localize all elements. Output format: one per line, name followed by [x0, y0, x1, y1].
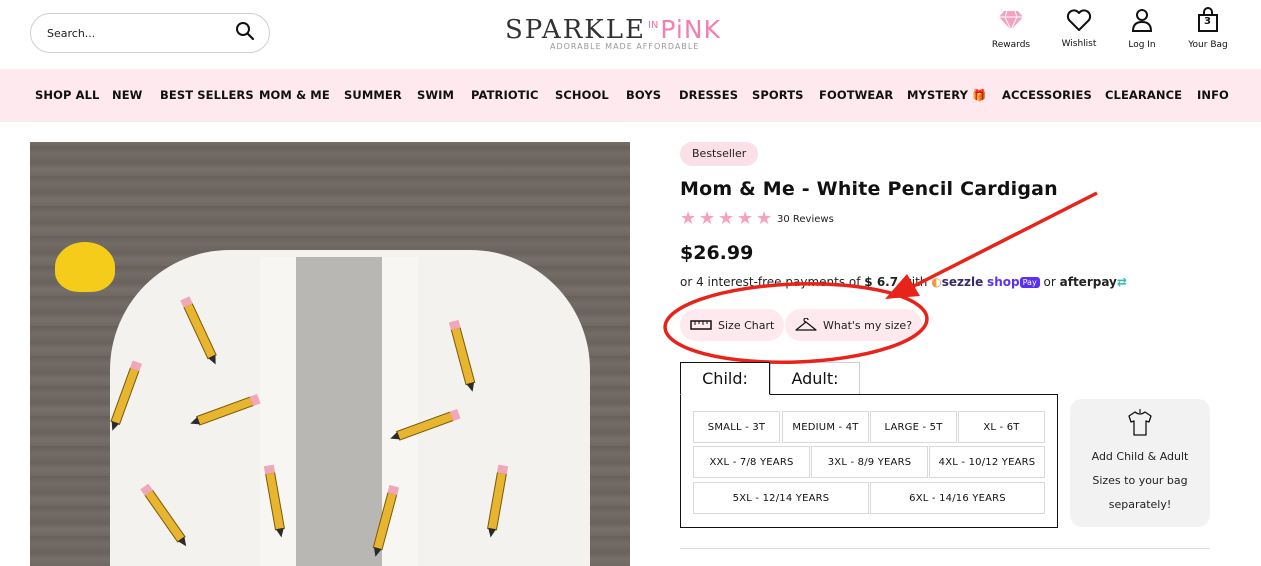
star-rating[interactable]: ★ ★ ★ ★ ★ [680, 210, 774, 228]
shop-pay-label[interactable]: shop [987, 275, 1020, 289]
hanger-icon [795, 318, 817, 331]
size-chart-label: Size Chart [718, 318, 775, 332]
installments-prefix: or 4 interest-free payments of [680, 275, 861, 289]
sezzle-label[interactable]: sezzle [942, 275, 984, 289]
search-input[interactable]: Search... [47, 27, 235, 40]
heart-icon [1048, 6, 1110, 34]
add-note-line: Add Child & Adult [1091, 450, 1189, 463]
ruler-icon [690, 320, 712, 330]
sezzle-logo-icon[interactable]: ◐ [931, 275, 941, 289]
star-icon: ★ [699, 208, 716, 229]
shop-pay-badge[interactable]: Pay [1019, 277, 1040, 288]
nav-item-footwear[interactable]: FOOTWEAR [819, 88, 893, 102]
product-title: Mom & Me - White Pencil Cardigan [680, 178, 1058, 200]
reviews-link[interactable]: 30 Reviews [777, 214, 834, 225]
add-child-adult-note: Add Child & Adult Sizes to your bag sepa… [1070, 399, 1210, 527]
nav-item-summer[interactable]: SUMMER [344, 88, 402, 102]
main-nav: SHOP ALL NEW BEST SELLERS MOM & ME SUMME… [0, 69, 1261, 122]
search-icon[interactable] [235, 21, 255, 45]
cardigan-inner [295, 257, 385, 566]
star-icon: ★ [737, 208, 754, 229]
size-option[interactable]: 3XL - 8/9 YEARS [811, 446, 928, 478]
size-options: SMALL - 3T MEDIUM - 4T LARGE - 5T XL - 6… [680, 394, 1058, 528]
star-icon: ★ [756, 208, 773, 229]
annotation-arrow-line [911, 191, 1098, 289]
nav-item-sports[interactable]: SPORTS [752, 88, 804, 102]
size-option[interactable]: XL - 6T [958, 411, 1045, 443]
tab-child[interactable]: Child: [680, 362, 770, 395]
size-option[interactable]: 6XL - 14/16 YEARS [870, 482, 1045, 514]
nav-item-shop-all[interactable]: SHOP ALL [35, 88, 99, 102]
login-link[interactable]: Log In [1111, 6, 1173, 50]
size-option[interactable]: 5XL - 12/14 YEARS [693, 482, 869, 514]
add-note-line: Sizes to your bag [1092, 474, 1188, 487]
rewards-link[interactable]: Rewards [980, 6, 1042, 50]
bestseller-badge: Bestseller [680, 142, 759, 166]
size-chart-button[interactable]: Size Chart [680, 309, 785, 341]
nav-item-mom-me[interactable]: MOM & ME [259, 88, 330, 102]
nav-item-mystery[interactable]: MYSTERY 🎁 [907, 88, 987, 102]
bag-count: 3 [1204, 16, 1211, 27]
user-icon [1111, 6, 1173, 34]
bag-label: Your Bag [1188, 40, 1228, 50]
wishlist-label: Wishlist [1061, 39, 1097, 49]
nav-item-patriotic[interactable]: PATRIOTIC [471, 88, 539, 102]
nav-item-clearance[interactable]: CLEARANCE [1105, 88, 1182, 102]
site-logo[interactable]: SPARKLE INPiNK ADORABLE MADE AFFORDABLE [505, 12, 765, 52]
nav-item-school[interactable]: SCHOOL [555, 88, 609, 102]
diamond-icon [980, 6, 1042, 34]
logo-in: IN [647, 20, 659, 31]
star-icon: ★ [718, 208, 735, 229]
nav-item-swim[interactable]: SWIM [417, 88, 454, 102]
shirt-icon [1128, 409, 1152, 436]
star-icon: ★ [680, 208, 697, 229]
nav-item-accessories[interactable]: ACCESSORIES [1002, 88, 1092, 102]
installments-info: or 4 interest-free payments of $ 6.7 wit… [680, 275, 1127, 289]
add-note-line: separately! [1108, 498, 1172, 511]
search-bar[interactable]: Search... [30, 13, 270, 53]
product-price: $26.99 [680, 242, 754, 264]
nav-item-new[interactable]: NEW [112, 88, 142, 102]
shopping-bag-icon: 3 [1177, 6, 1239, 34]
installment-amount: $ 6.7 [864, 275, 899, 289]
size-option[interactable]: 4XL - 10/12 YEARS [929, 446, 1045, 478]
tab-adult[interactable]: Adult: [770, 362, 860, 395]
product-image[interactable] [30, 142, 630, 566]
installments-with: with [901, 275, 928, 289]
size-option[interactable]: LARGE - 5T [870, 411, 957, 443]
logo-sparkle: SPARKLE [505, 15, 646, 45]
nav-item-best-sellers[interactable]: BEST SELLERS [160, 88, 254, 102]
yellow-bow-decoration [55, 242, 115, 292]
afterpay-label[interactable]: afterpay [1060, 275, 1117, 289]
logo-tagline: ADORABLE MADE AFFORDABLE [550, 42, 700, 51]
afterpay-logo-icon[interactable]: ⇄ [1117, 275, 1127, 289]
nav-item-boys[interactable]: BOYS [626, 88, 661, 102]
size-option[interactable]: SMALL - 3T [693, 411, 780, 443]
bag-link[interactable]: 3 Your Bag [1177, 6, 1239, 50]
size-option[interactable]: MEDIUM - 4T [782, 411, 869, 443]
logo-pink: PiNK [660, 15, 721, 44]
site-header: Search... SPARKLE INPiNK ADORABLE MADE AF… [0, 0, 1261, 69]
wishlist-link[interactable]: Wishlist [1048, 6, 1110, 49]
nav-item-info[interactable]: INFO [1197, 88, 1229, 102]
section-divider [680, 548, 1210, 549]
whats-my-size-label: What's my size? [823, 318, 913, 332]
rewards-label: Rewards [991, 40, 1031, 50]
installments-or: or [1043, 275, 1056, 289]
login-label: Log In [1128, 40, 1156, 50]
size-option[interactable]: XXL - 7/8 YEARS [693, 446, 810, 478]
whats-my-size-button[interactable]: What's my size? [785, 309, 923, 341]
nav-item-dresses[interactable]: DRESSES [679, 88, 738, 102]
